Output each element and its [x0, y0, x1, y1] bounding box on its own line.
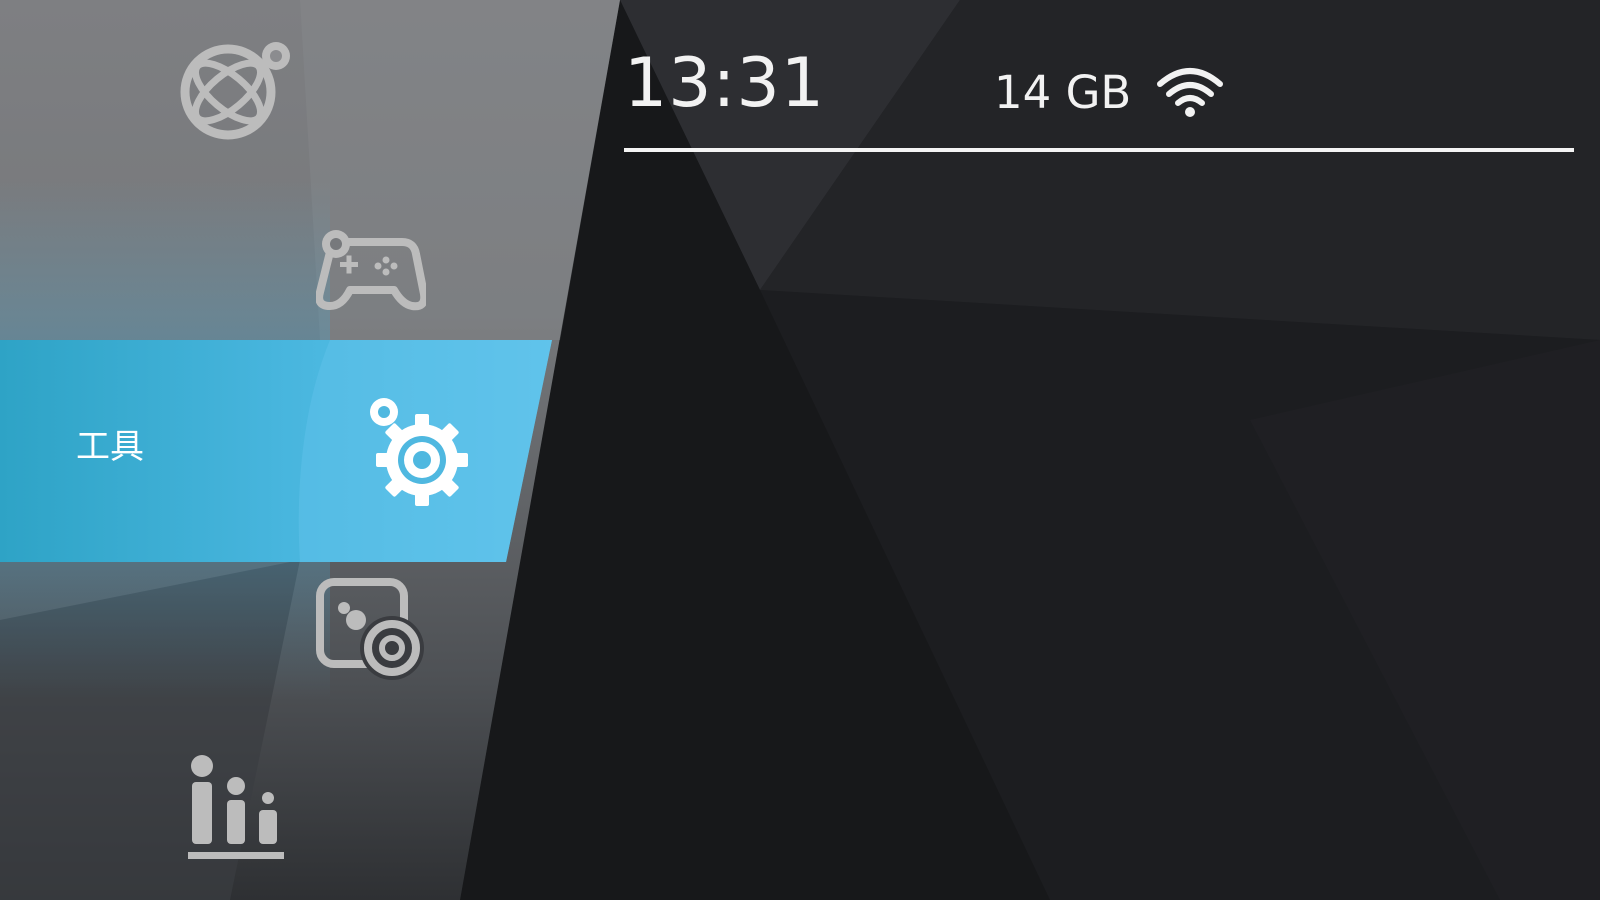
wifi-icon — [1157, 68, 1223, 117]
clock: 13:31 — [624, 44, 825, 123]
stats-bars-icon[interactable] — [186, 754, 290, 864]
storage-indicator: 14 GB — [994, 66, 1132, 119]
selected-menu-label: 工具 — [76, 427, 144, 467]
gamepad-icon[interactable] — [316, 226, 426, 314]
online-globe-icon[interactable] — [178, 38, 294, 144]
status-divider — [624, 148, 1574, 152]
media-photo-music-icon[interactable] — [316, 578, 426, 682]
screen: 13:31 14 GB 工具 — [0, 0, 1600, 900]
settings-gear-icon[interactable] — [368, 394, 476, 506]
